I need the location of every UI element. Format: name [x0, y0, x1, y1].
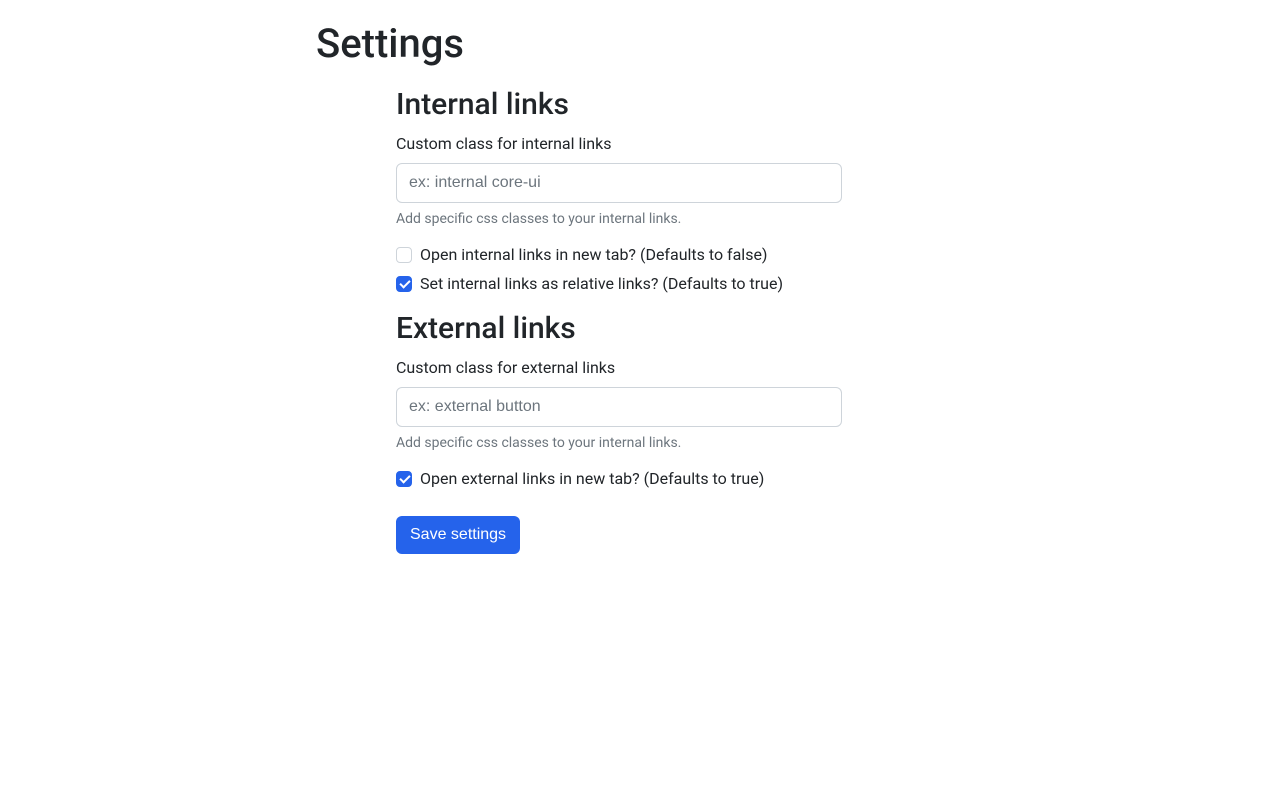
external-class-input[interactable]: [396, 387, 842, 427]
internal-links-section: Internal links Custom class for internal…: [396, 87, 842, 554]
page-title: Settings: [316, 20, 1280, 67]
external-class-label: Custom class for external links: [396, 358, 842, 377]
external-new-tab-label[interactable]: Open external links in new tab? (Default…: [420, 469, 764, 488]
internal-new-tab-checkbox[interactable]: [396, 247, 412, 263]
internal-class-label: Custom class for internal links: [396, 134, 842, 153]
external-new-tab-checkbox[interactable]: [396, 471, 412, 487]
external-class-help: Add specific css classes to your interna…: [396, 435, 842, 451]
internal-new-tab-label[interactable]: Open internal links in new tab? (Default…: [420, 245, 768, 264]
external-links-heading: External links: [396, 311, 842, 346]
internal-relative-checkbox[interactable]: [396, 276, 412, 292]
internal-relative-label[interactable]: Set internal links as relative links? (D…: [420, 274, 783, 293]
internal-links-heading: Internal links: [396, 87, 842, 122]
internal-class-help: Add specific css classes to your interna…: [396, 211, 842, 227]
save-settings-button[interactable]: Save settings: [396, 516, 520, 554]
internal-class-input[interactable]: [396, 163, 842, 203]
